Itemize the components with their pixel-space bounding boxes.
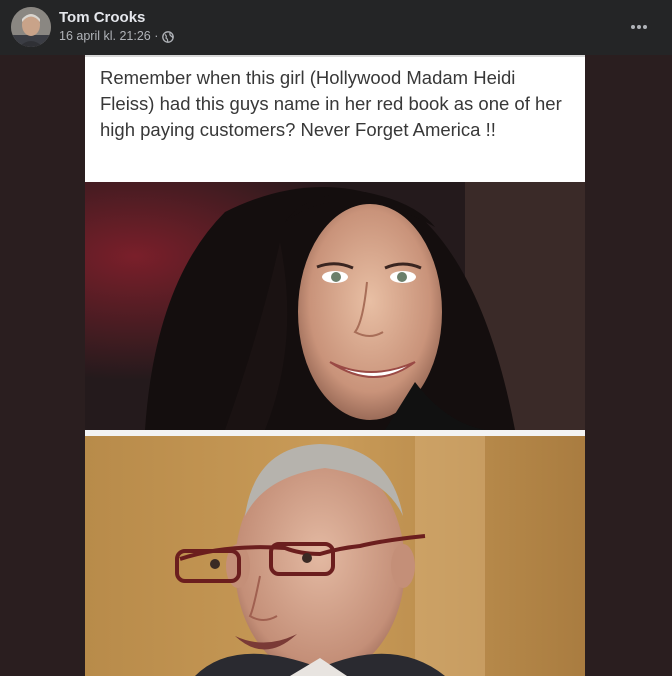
- post-timestamp[interactable]: 16 april kl. 21:26 ·: [59, 29, 158, 44]
- post-image[interactable]: Remember when this girl (Hollywood Madam…: [85, 55, 585, 676]
- post-meta: 16 april kl. 21:26 ·: [59, 29, 175, 44]
- more-options-button[interactable]: [626, 14, 652, 40]
- avatar-photo: [11, 7, 51, 47]
- more-options-icon: [631, 25, 647, 29]
- woman-portrait-photo: [85, 182, 585, 430]
- man-portrait-photo: [85, 436, 585, 676]
- author-name[interactable]: Tom Crooks: [59, 9, 145, 27]
- meme-caption-box: Remember when this girl (Hollywood Madam…: [85, 55, 585, 184]
- post-media-area: Remember when this girl (Hollywood Madam…: [0, 55, 672, 676]
- author-avatar[interactable]: [11, 7, 51, 47]
- post-header: Tom Crooks 16 april kl. 21:26 ·: [0, 0, 672, 55]
- globe-icon[interactable]: [162, 30, 175, 43]
- meme-caption: Remember when this girl (Hollywood Madam…: [100, 67, 562, 140]
